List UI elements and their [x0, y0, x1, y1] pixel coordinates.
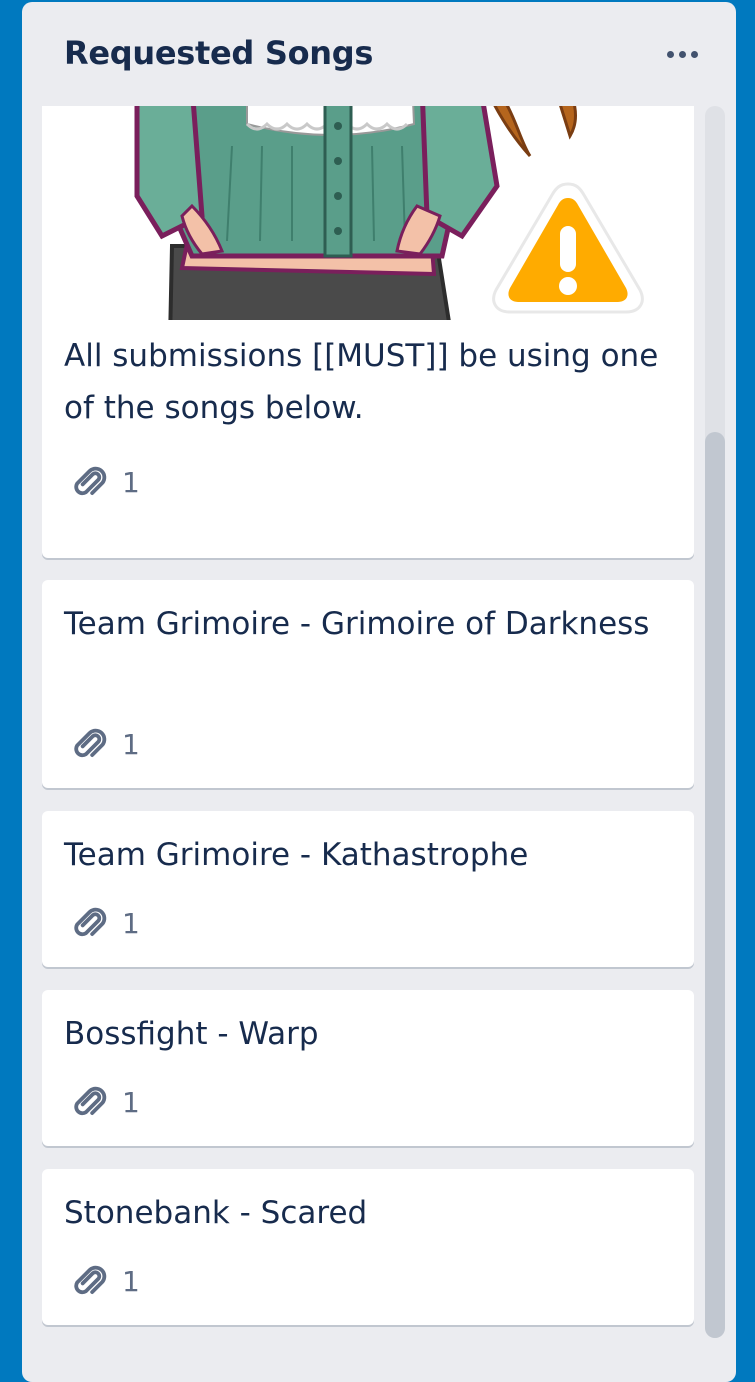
cards-container: All submissions [[MUST]] be using one of…: [22, 106, 736, 1366]
card-title: Stonebank - Scared: [64, 1195, 368, 1231]
paperclip-icon: [74, 907, 107, 937]
attachment-count: 1: [122, 1264, 140, 1298]
attachment-count: 1: [122, 465, 140, 499]
paperclip-icon: [74, 1086, 107, 1116]
warning-icon: [492, 182, 644, 314]
list-requested-songs: Requested Songs All submissions [[MUST]]…: [22, 2, 736, 1382]
attachment-count: 1: [122, 727, 140, 761]
card-song[interactable]: Team Grimoire - Kathastrophe 1: [42, 811, 694, 967]
attachment-count: 1: [122, 906, 140, 940]
card-title: Team Grimoire - Kathastrophe: [64, 837, 529, 873]
scrollbar-thumb[interactable]: [705, 432, 725, 1338]
card-cover-image: [42, 106, 694, 320]
more-horizontal-icon: [666, 50, 674, 58]
attachment-badge: 1: [70, 1082, 140, 1122]
paperclip-icon: [74, 1265, 107, 1295]
attachment-count: 1: [122, 1085, 140, 1119]
card-song[interactable]: Team Grimoire - Grimoire of Darkness 1: [42, 580, 694, 788]
list-header: Requested Songs: [22, 2, 736, 106]
paperclip-icon: [74, 728, 107, 758]
list-title[interactable]: Requested Songs: [64, 34, 373, 72]
card-song[interactable]: Stonebank - Scared 1: [42, 1169, 694, 1325]
card-title: All submissions [[MUST]] be using one of…: [64, 338, 659, 426]
attachment-badge: 1: [70, 462, 140, 502]
card-title: Bossfight - Warp: [64, 1016, 319, 1052]
list-menu-button[interactable]: [656, 32, 708, 76]
card-song[interactable]: Bossfight - Warp 1: [42, 990, 694, 1146]
card-announcement[interactable]: All submissions [[MUST]] be using one of…: [42, 106, 694, 558]
attachment-badge: 1: [70, 724, 140, 764]
card-title: Team Grimoire - Grimoire of Darkness: [64, 606, 650, 642]
attachment-badge: 1: [70, 903, 140, 943]
attachment-badge: 1: [70, 1261, 140, 1301]
paperclip-icon: [74, 466, 107, 496]
